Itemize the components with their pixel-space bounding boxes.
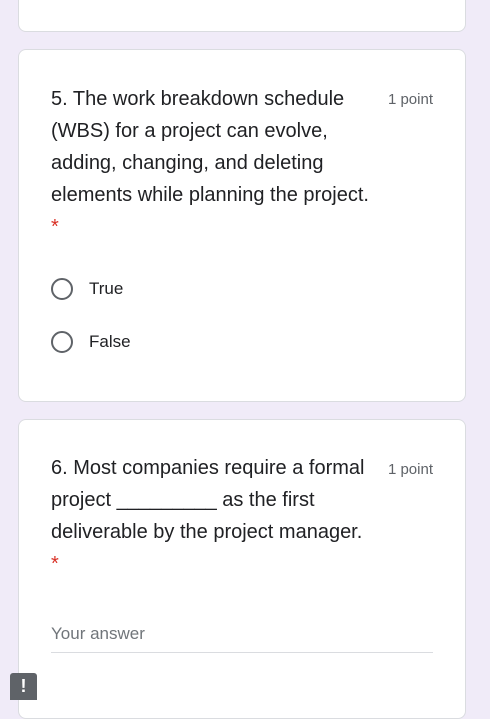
points-label: 1 point — [387, 91, 433, 108]
radio-button[interactable] — [51, 331, 73, 353]
points-label: 1 point — [387, 461, 433, 478]
feedback-button[interactable]: ! — [10, 673, 37, 700]
option-label: False — [89, 332, 131, 351]
question-title: 5. The work breakdown schedule (WBS) for… — [51, 83, 369, 243]
exclamation-icon: ! — [20, 676, 27, 696]
question-title: 6. Most companies require a formal proje… — [51, 452, 369, 580]
previous-question-card — [18, 0, 466, 32]
option-label: True — [89, 279, 124, 298]
radio-option-false[interactable]: False — [51, 327, 131, 357]
radio-option-true[interactable]: True — [51, 274, 123, 304]
question-text: 5. The work breakdown schedule (WBS) for… — [51, 88, 369, 206]
required-asterisk: * — [51, 216, 59, 238]
question-card-6: 6. Most companies require a formal proje… — [18, 419, 466, 719]
required-asterisk: * — [51, 553, 59, 575]
question-card-5: 5. The work breakdown schedule (WBS) for… — [18, 49, 466, 402]
radio-button[interactable] — [51, 278, 73, 300]
answer-input[interactable] — [51, 620, 433, 653]
question-text: 6. Most companies require a formal proje… — [51, 457, 365, 543]
